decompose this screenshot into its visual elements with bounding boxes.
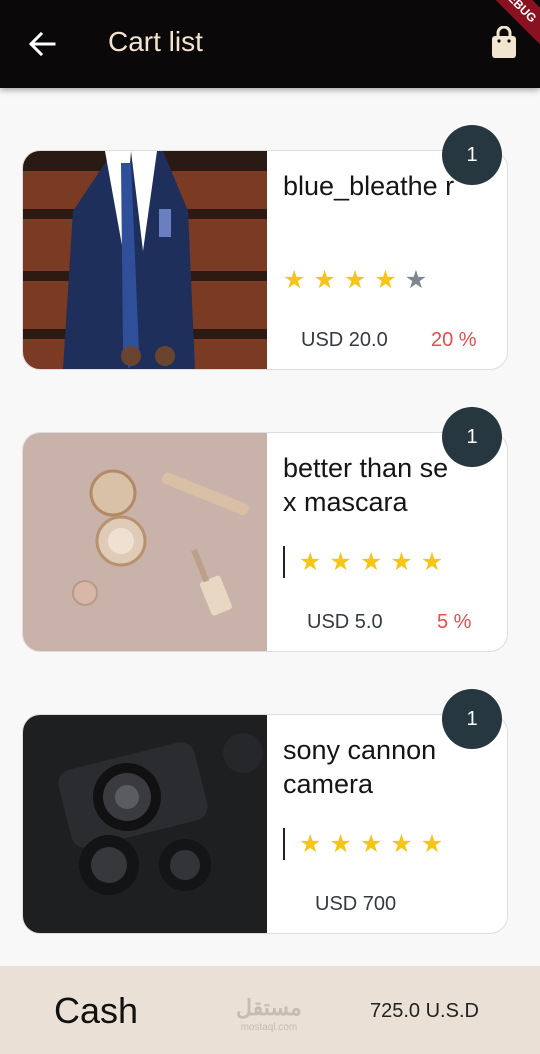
quantity-badge: 1 [442, 407, 502, 467]
product-price: USD 5.0 [307, 611, 383, 633]
star-filled-icon[interactable]: ★ [329, 827, 351, 861]
star-filled-icon[interactable]: ★ [421, 827, 443, 861]
page-title: Cart list [108, 26, 203, 57]
cart-item-card[interactable]: sony cannon camera ★ ★ ★ ★ ★ USD 700 [22, 714, 508, 934]
star-filled-icon[interactable]: ★ [283, 263, 305, 297]
quantity-badge: 1 [442, 689, 502, 749]
star-filled-icon[interactable]: ★ [299, 827, 321, 861]
product-image [23, 433, 267, 651]
star-filled-icon[interactable]: ★ [390, 545, 412, 579]
text-cursor [283, 828, 285, 860]
rating-stars[interactable]: ★ ★ ★ ★ ★ [283, 827, 451, 861]
product-name: sony cannon camera [283, 735, 437, 799]
product-price: USD 700 [315, 893, 397, 915]
star-filled-icon[interactable]: ★ [374, 263, 396, 297]
total-amount: 725.0 U.S.D [370, 1000, 479, 1022]
product-discount: 20 % [431, 329, 477, 351]
rating-stars[interactable]: ★ ★ ★ ★ ★ [283, 545, 451, 579]
cart-item-card[interactable]: blue_bleathe r ★ ★ ★ ★ ★ USD 20.0 20 % [22, 150, 508, 370]
app-bar: Cart list DEBUG [0, 0, 540, 88]
star-filled-icon[interactable]: ★ [360, 545, 382, 579]
shopping-bag-icon[interactable] [490, 26, 518, 60]
product-discount: 5 % [437, 611, 472, 633]
arrow-left-icon[interactable] [26, 28, 58, 60]
star-filled-icon[interactable]: ★ [344, 263, 366, 297]
star-filled-icon[interactable]: ★ [390, 827, 412, 861]
payment-method-button[interactable]: Cash [54, 990, 138, 1032]
product-image [23, 151, 267, 369]
product-name: better than sex mascara [283, 453, 449, 517]
product-name: blue_bleathe r [283, 171, 455, 201]
star-filled-icon[interactable]: ★ [421, 545, 443, 579]
product-image [23, 715, 267, 933]
rating-stars[interactable]: ★ ★ ★ ★ ★ [283, 263, 435, 297]
watermark-logo: مستقل mostaql.com [236, 995, 302, 1034]
star-empty-icon[interactable]: ★ [405, 263, 427, 297]
star-filled-icon[interactable]: ★ [313, 263, 335, 297]
text-cursor [283, 546, 285, 578]
product-price: USD 20.0 [301, 329, 388, 351]
star-filled-icon[interactable]: ★ [329, 545, 351, 579]
checkout-bar: Cash مستقل mostaql.com 725.0 U.S.D [0, 966, 540, 1054]
star-filled-icon[interactable]: ★ [299, 545, 321, 579]
star-filled-icon[interactable]: ★ [360, 827, 382, 861]
cart-item-card[interactable]: better than sex mascara ★ ★ ★ ★ ★ USD 5.… [22, 432, 508, 652]
quantity-badge: 1 [442, 125, 502, 185]
